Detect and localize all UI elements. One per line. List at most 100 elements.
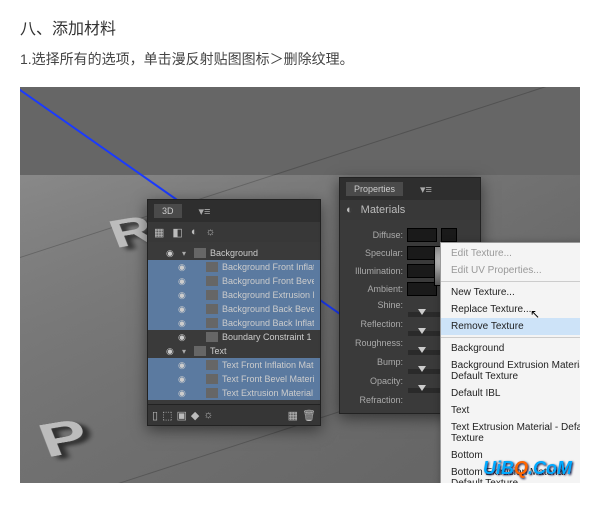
layer-name: Boundary Constraint 1 (222, 332, 314, 342)
visibility-icon[interactable] (178, 388, 190, 398)
layer-row[interactable]: Background Extrusion Mat... (148, 288, 320, 302)
label-roughness: Roughness: (348, 338, 403, 348)
label-diffuse: Diffuse: (348, 230, 403, 240)
layer-name: Background Front Inflation ... (222, 262, 314, 272)
filter-mesh-icon[interactable]: ◧ (172, 226, 182, 239)
section-heading: 八、添加材料 (20, 15, 580, 39)
layer-row[interactable]: Text Extrusion Material (148, 386, 320, 400)
panel-footer: ▯ ⬚ ▣ ◆ ☼ ▦ 🗑 (148, 404, 320, 425)
layer-row[interactable]: Background Back Bevel Ma... (148, 302, 320, 316)
layer-type-icon (194, 248, 206, 258)
layer-name: Background (210, 248, 314, 258)
illumination-swatch[interactable] (407, 264, 437, 278)
menu-item[interactable]: Text Extrusion Material - Default Textur… (441, 419, 580, 447)
visibility-icon[interactable] (166, 248, 178, 258)
panel-menu-icon[interactable]: ▾≡ (199, 205, 211, 218)
layer-row[interactable]: Background Back Inflation ... (148, 316, 320, 330)
layer-type-icon (206, 290, 218, 300)
layer-name: Background Front Bevel Ma... (222, 276, 314, 286)
footer-icon[interactable]: ◆ (191, 409, 199, 422)
menu-item: Edit Texture... (441, 245, 580, 262)
label-refraction: Refraction: (348, 395, 403, 405)
visibility-icon[interactable] (178, 360, 190, 370)
layer-name: Text (210, 346, 314, 356)
materials-mode-icon[interactable]: ◐ (346, 204, 353, 216)
menu-item[interactable]: Background (441, 340, 580, 357)
caret-icon[interactable]: ▾ (182, 347, 190, 356)
layer-row[interactable]: Text Front Bevel Material (148, 372, 320, 386)
layer-name: Background Back Inflation ... (222, 318, 314, 328)
screenshot-area: P R Ó D 3D ▾≡ ▦ ◧ ◐ ☼ ▾BackgroundBackgro… (20, 87, 580, 483)
layer-row[interactable]: Boundary Constraint 1 (148, 330, 320, 344)
menu-item[interactable]: New Texture... (441, 284, 580, 301)
visibility-icon[interactable] (166, 346, 178, 356)
tab-3d[interactable]: 3D (154, 204, 182, 218)
layer-name: Background Extrusion Mat... (222, 290, 314, 300)
visibility-icon[interactable] (178, 374, 190, 384)
layer-name: Background Back Bevel Ma... (222, 304, 314, 314)
step-text: 1.选择所有的选项，单击漫反射贴图图标＞删除纹理。 (20, 49, 580, 69)
filter-toolbar: ▦ ◧ ◐ ☼ (148, 222, 320, 242)
layer-type-icon (206, 374, 218, 384)
layer-type-icon (206, 276, 218, 286)
trash-icon[interactable]: 🗑 (302, 409, 316, 422)
ambient-swatch[interactable] (407, 282, 437, 296)
visibility-icon[interactable] (178, 262, 190, 272)
menu-item[interactable]: Remove Texture (441, 318, 580, 335)
label-illumination: Illumination: (348, 266, 403, 276)
filter-material-icon[interactable]: ◐ (191, 226, 198, 238)
diffuse-swatch[interactable] (407, 228, 437, 242)
texture-context-menu[interactable]: Edit Texture...Edit UV Properties... New … (440, 242, 580, 483)
menu-item: Edit UV Properties... (441, 262, 580, 279)
visibility-icon[interactable] (178, 304, 190, 314)
label-opacity: Opacity: (348, 376, 403, 386)
panel-menu-icon[interactable]: ▾≡ (420, 183, 432, 196)
layer-row[interactable]: Background Front Inflation ... (148, 260, 320, 274)
layer-type-icon (206, 262, 218, 272)
layer-name: Text Front Bevel Material (222, 374, 314, 384)
layer-name: Text Front Inflation Material (222, 360, 314, 370)
menu-item[interactable]: Replace Texture... (441, 301, 580, 318)
panel-tabbar: Properties ▾≡ (340, 178, 480, 200)
footer-icon[interactable]: ▣ (176, 409, 186, 422)
panel-tabbar: 3D ▾≡ (148, 200, 320, 222)
properties-mode-bar: ◐ Materials (340, 200, 480, 220)
watermark: UiBQ.CoM (483, 458, 572, 479)
layer-type-icon (206, 332, 218, 342)
footer-icon[interactable]: ☼ (203, 409, 213, 421)
scene-layer-list[interactable]: ▾ Background Background Front Inflation ..… (148, 242, 320, 404)
layer-row[interactable]: Text Front Inflation Material (148, 358, 320, 372)
layer-name: Text Extrusion Material (222, 388, 314, 398)
layer-type-icon (206, 318, 218, 328)
visibility-icon[interactable] (178, 276, 190, 286)
caret-icon[interactable]: ▾ (182, 249, 190, 258)
footer-icon[interactable]: ▯ (152, 409, 158, 422)
materials-tab-label[interactable]: Materials (361, 204, 406, 216)
layer-row[interactable]: ▾ Text (148, 344, 320, 358)
footer-icon[interactable]: ⬚ (162, 409, 172, 422)
layer-type-icon (206, 304, 218, 314)
visibility-icon[interactable] (178, 332, 190, 342)
tab-properties[interactable]: Properties (346, 182, 403, 196)
diffuse-map-button[interactable] (441, 228, 457, 242)
visibility-icon[interactable] (178, 318, 190, 328)
menu-item[interactable]: Text (441, 402, 580, 419)
visibility-icon[interactable] (178, 290, 190, 300)
layer-type-icon (194, 346, 206, 356)
layer-type-icon (206, 360, 218, 370)
specular-swatch[interactable] (407, 246, 437, 260)
label-ambient: Ambient: (348, 284, 403, 294)
layer-row[interactable]: ▾ Background (148, 246, 320, 260)
menu-item[interactable]: Default IBL (441, 385, 580, 402)
label-shine: Shine: (348, 300, 403, 310)
label-specular: Specular: (348, 248, 403, 258)
menu-item[interactable]: Background Extrusion Material - Default … (441, 357, 580, 385)
panel-3d[interactable]: 3D ▾≡ ▦ ◧ ◐ ☼ ▾ Background Background Fron… (147, 199, 321, 426)
filter-light-icon[interactable]: ☼ (205, 226, 215, 238)
layer-row[interactable]: Background Front Bevel Ma... (148, 274, 320, 288)
render-icon[interactable]: ▦ (288, 409, 298, 422)
label-bump: Bump: (348, 357, 403, 367)
label-reflection: Reflection: (348, 319, 403, 329)
mouse-cursor-icon: ↖ (530, 307, 540, 321)
filter-all-icon[interactable]: ▦ (154, 226, 164, 239)
